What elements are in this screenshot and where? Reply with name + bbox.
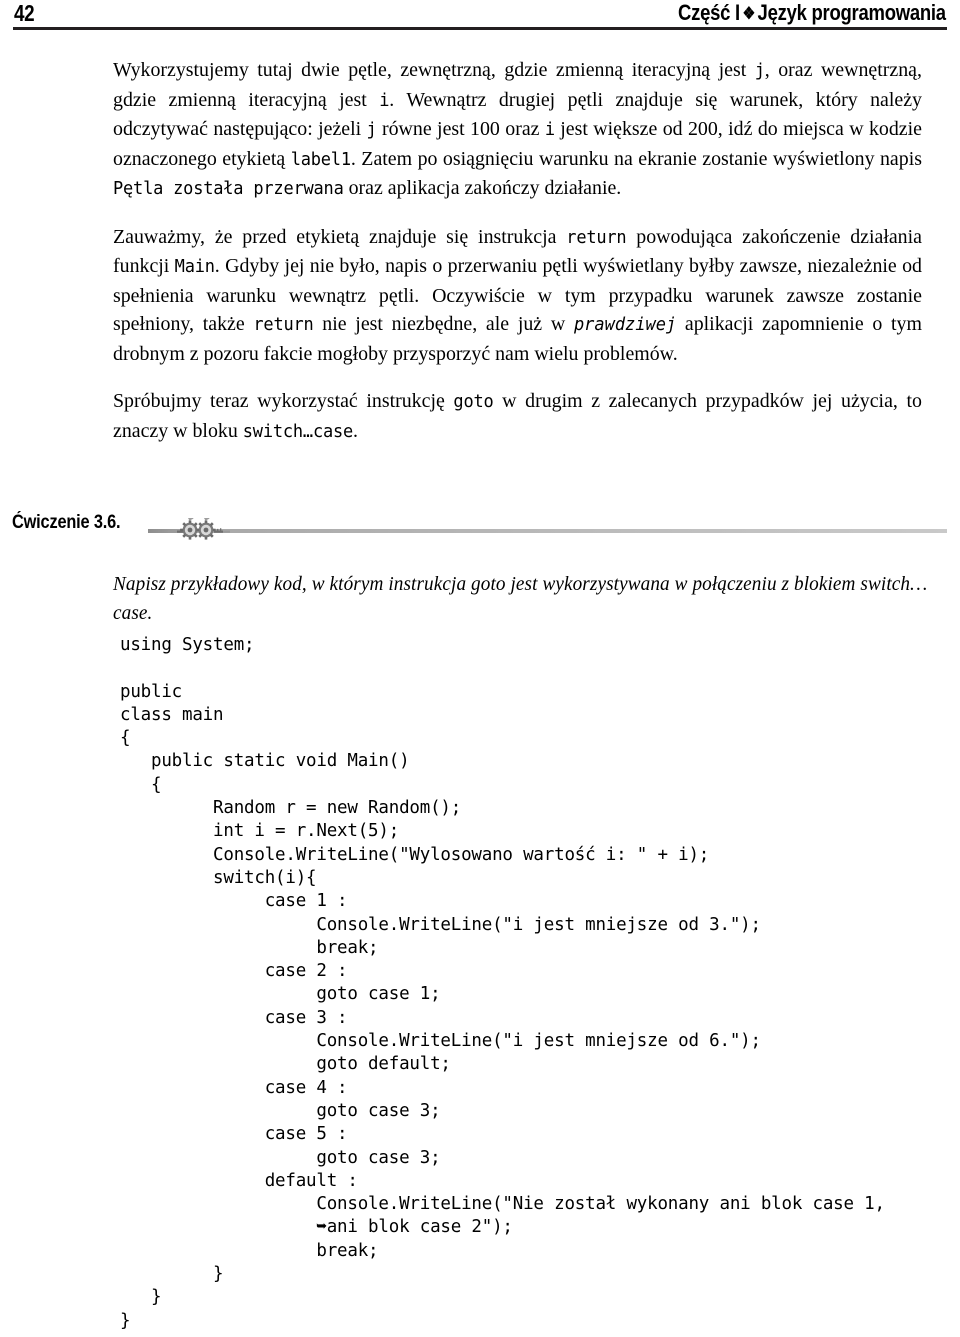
prose-run: nie jest niezbędne, ale już w: [313, 313, 574, 335]
body-content: Wykorzystujemy tutaj dwie pętle, zewnętr…: [113, 56, 947, 446]
inline-code: switch…case: [242, 421, 354, 442]
paragraph-1: Wykorzystujemy tutaj dwie pętle, zewnętr…: [113, 56, 922, 204]
exercise-divider-rule: [148, 529, 947, 533]
code-listing: using System; public class main { public…: [120, 635, 885, 1331]
prose-run: Zauważmy, że przed etykietą znajduje się…: [113, 225, 567, 248]
exercise-heading-band: Ćwiczenie 3.6.: [0, 512, 960, 546]
running-head-title: Część I ❖ Język programowania: [678, 0, 946, 26]
running-head-part: Część I: [678, 0, 741, 25]
inline-code: goto: [453, 392, 494, 412]
prose-run: równe jest 100 oraz: [376, 118, 545, 140]
inline-code: j: [754, 61, 765, 81]
paragraph-2: Zauważmy, że przed etykietą znajduje się…: [113, 223, 922, 369]
inline-code: return: [566, 227, 627, 248]
inline-code: i: [379, 90, 390, 111]
inline-code: Main: [174, 257, 215, 277]
running-head-subject: Język programowania: [757, 0, 947, 25]
inline-code: i: [544, 120, 555, 140]
gears-ornament-icon: [168, 518, 230, 540]
page-number: 42: [14, 0, 35, 26]
inline-code: label1: [290, 149, 351, 170]
prose-run: Wykorzystujemy tutaj dwie pętle, zewnętr…: [113, 59, 755, 81]
inline-code: return: [253, 315, 314, 335]
header-divider-rule: [13, 27, 947, 30]
exercise-label: Ćwiczenie 3.6.: [12, 512, 121, 533]
fleuron-diamond-icon: ❖: [742, 4, 756, 23]
prose-run: . Zatem po osiągnięciu warunku na ekrani…: [350, 147, 922, 170]
paragraph-3: Spróbujmy teraz wykorzystać instrukcję g…: [113, 387, 922, 446]
exercise-description: Napisz przykładowy kod, w którym instruk…: [113, 574, 928, 624]
prose-run: Spróbujmy teraz wykorzystać instrukcję: [113, 390, 454, 412]
prose-run: oraz aplikacja zakończy działanie.: [343, 177, 622, 199]
inline-code: Pętla została przerwana: [113, 179, 344, 199]
inline-code: j: [366, 120, 377, 140]
page-header: 42 Część I ❖ Język programowania: [0, 0, 960, 30]
inline-emphasis: prawdziwej: [573, 315, 677, 335]
prose-run: .: [353, 419, 359, 442]
